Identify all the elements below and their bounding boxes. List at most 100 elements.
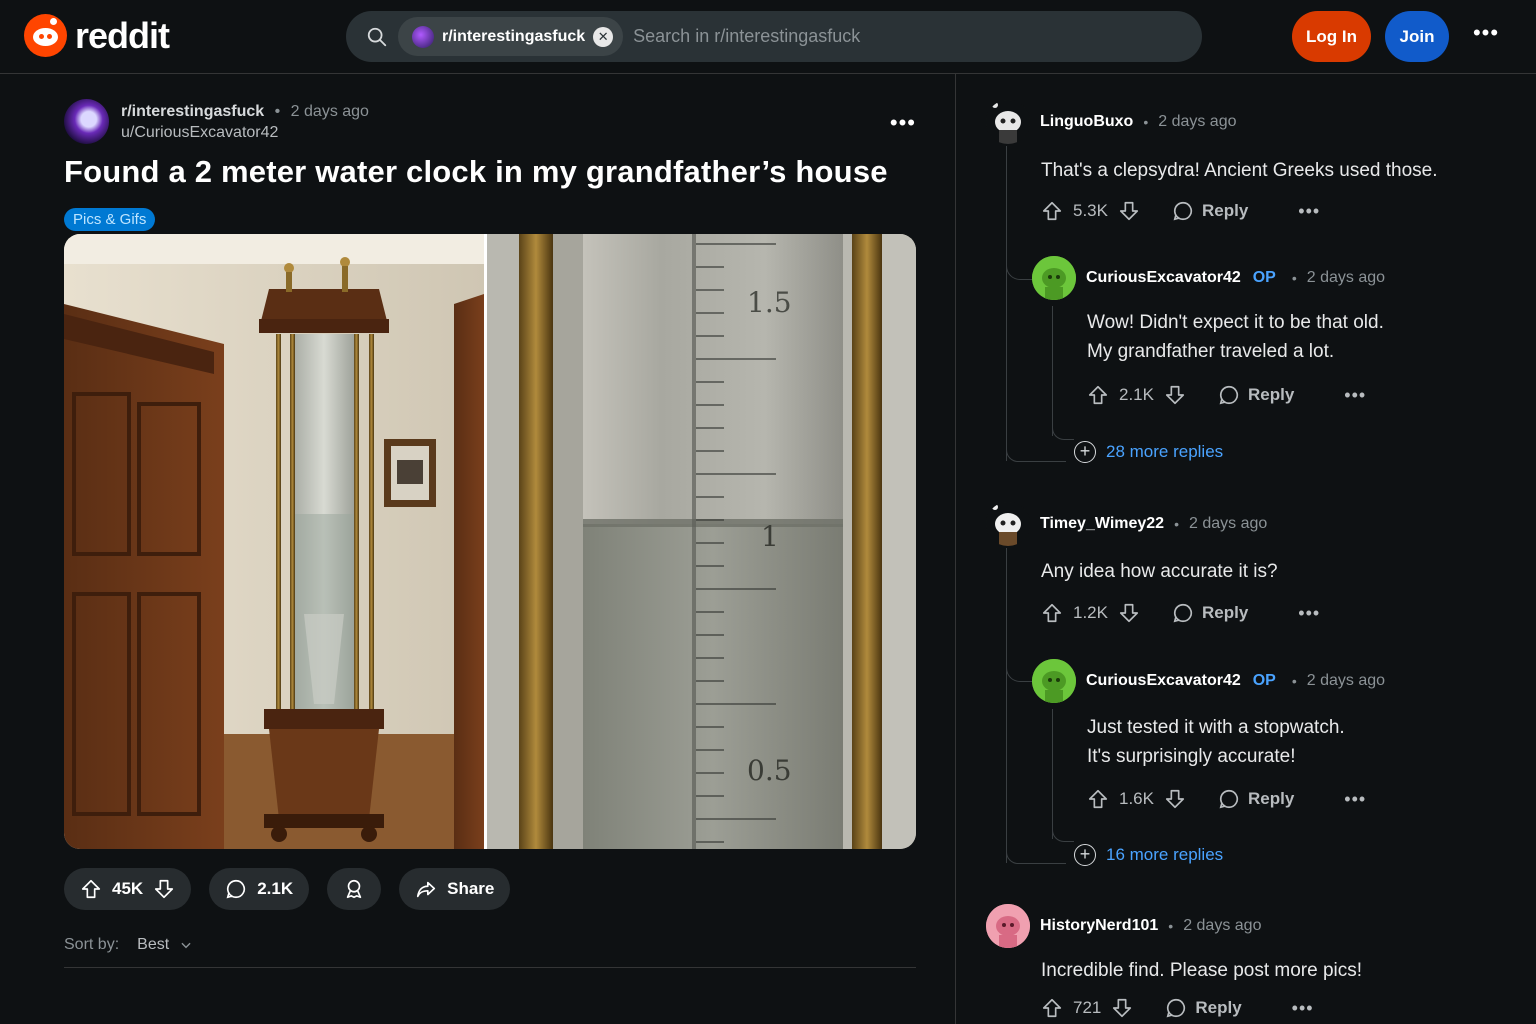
downvote-icon[interactable] <box>1111 997 1133 1019</box>
comment-more-icon[interactable]: ••• <box>1344 385 1366 406</box>
comment-body-line: My grandfather traveled a lot. <box>1087 341 1335 362</box>
thread-line[interactable] <box>1006 146 1007 461</box>
comment-more-icon[interactable]: ••• <box>1292 998 1314 1019</box>
post-image[interactable]: 1.5 1 0.5 <box>64 234 916 849</box>
award-button[interactable] <box>327 868 382 910</box>
chevron-down-icon[interactable] <box>179 938 193 952</box>
search-input[interactable]: Search in r/interestingasfuck <box>633 26 860 47</box>
comment-more-icon[interactable]: ••• <box>1344 789 1366 810</box>
op-badge: OP <box>1252 269 1276 286</box>
comment-time: 2 days ago <box>1306 269 1386 286</box>
post: r/interestingasfuck • 2 days ago u/Curio… <box>64 96 916 968</box>
post-actions: 45K 2.1K Share <box>64 868 511 910</box>
reply-connector <box>1006 230 1034 280</box>
vote-count: 45K <box>112 879 144 898</box>
user-avatar[interactable] <box>1032 256 1076 300</box>
more-replies-link[interactable]: + 16 more replies <box>1074 844 1223 866</box>
sort-value[interactable]: Best <box>137 936 169 954</box>
more-replies-link[interactable]: + 28 more replies <box>1074 441 1223 463</box>
separator-dot: • <box>1143 114 1149 130</box>
comment-actions: 1.6K Reply ••• <box>1087 788 1366 810</box>
divider <box>64 967 916 968</box>
comment: HistoryNerd101 • 2 days ago <box>986 904 1506 948</box>
comment-more-icon[interactable]: ••• <box>1298 603 1320 624</box>
separator-dot: • <box>1168 918 1174 934</box>
sort-control[interactable]: Sort by: Best <box>64 936 193 954</box>
vote-count: 5.3K <box>1073 201 1108 220</box>
reply-button[interactable]: Reply <box>1165 997 1242 1019</box>
downvote-icon[interactable] <box>1164 788 1186 810</box>
subreddit-search-chip[interactable]: r/interestingasfuck ✕ <box>398 17 624 56</box>
op-badge: OP <box>1252 672 1276 689</box>
post-author[interactable]: u/CuriousExcavator42 <box>121 124 369 142</box>
column-divider <box>955 74 956 1024</box>
share-icon <box>417 881 436 898</box>
upvote-icon[interactable] <box>1041 997 1063 1019</box>
join-button[interactable]: Join <box>1385 11 1449 62</box>
post-flair[interactable]: Pics & Gifs <box>64 208 156 231</box>
comment-icon <box>1173 603 1193 623</box>
post-title[interactable]: Found a 2 meter water clock in my grandf… <box>64 154 916 190</box>
comment-icon <box>1219 385 1239 405</box>
downvote-icon[interactable] <box>1164 384 1186 406</box>
upvote-icon[interactable] <box>1087 384 1109 406</box>
close-icon[interactable]: ✕ <box>593 26 614 47</box>
comment-more-icon[interactable]: ••• <box>1298 201 1320 222</box>
comment-actions: 2.1K Reply ••• <box>1087 384 1366 406</box>
comment-body-line: Wow! Didn't expect it to be that old. <box>1087 312 1384 333</box>
reply-button[interactable]: Reply <box>1218 384 1294 406</box>
more-options-icon[interactable]: ••• <box>1472 22 1500 50</box>
separator-dot: • <box>1291 270 1297 286</box>
login-button[interactable]: Log In <box>1292 11 1371 62</box>
reply-connector <box>1006 632 1034 682</box>
comment-body: Incredible find. Please post more pics! <box>1041 960 1363 981</box>
user-avatar[interactable] <box>986 502 1030 546</box>
reddit-logo[interactable]: reddit <box>24 14 170 57</box>
subreddit-avatar[interactable] <box>64 99 109 144</box>
user-avatar[interactable] <box>1032 659 1076 703</box>
comment-author[interactable]: Timey_Wimey22 <box>1040 515 1164 533</box>
thread-curve <box>1052 414 1074 440</box>
downvote-icon[interactable] <box>153 878 175 900</box>
upvote-icon[interactable] <box>1087 788 1109 810</box>
comment-icon <box>1166 998 1186 1018</box>
comments-button[interactable]: 2.1K <box>209 868 310 910</box>
user-avatar[interactable] <box>986 904 1030 948</box>
reply-button[interactable]: Reply <box>1172 200 1248 222</box>
subreddit-link[interactable]: r/interestingasfuck <box>121 103 264 120</box>
vote-count: 1.2K <box>1073 603 1108 622</box>
gauge-mark-mid: 1 <box>761 520 779 553</box>
vote-count: 1.6K <box>1119 789 1154 808</box>
thread-line[interactable] <box>1006 548 1007 863</box>
share-label: Share <box>447 879 495 898</box>
downvote-icon[interactable] <box>1118 200 1140 222</box>
reply-button[interactable]: Reply <box>1172 602 1248 624</box>
award-icon <box>346 879 362 899</box>
comment-body: Wow! Didn't expect it to be that old. My… <box>1087 308 1384 366</box>
comment-author[interactable]: CuriousExcavator42 <box>1086 672 1241 690</box>
gauge-mark-high: 1.5 <box>747 286 792 319</box>
post-more-icon[interactable]: ••• <box>890 110 916 136</box>
comment-author[interactable]: CuriousExcavator42 <box>1086 269 1241 287</box>
separator-dot: • <box>1174 516 1179 532</box>
reply-button[interactable]: Reply <box>1218 788 1294 810</box>
vote-pill: 45K <box>64 868 192 910</box>
search-bar[interactable]: r/interestingasfuck ✕ Search in r/intere… <box>346 11 1202 62</box>
downvote-icon[interactable] <box>1118 602 1140 624</box>
comment-reply: CuriousExcavator42 OP • 2 days ago <box>1032 256 1502 300</box>
comment-icon <box>1173 201 1193 221</box>
search-icon <box>367 27 387 46</box>
comment-time: 2 days ago <box>1158 113 1237 130</box>
comment-actions: 5.3K Reply ••• <box>1041 200 1320 222</box>
comment-actions: 1.2K Reply ••• <box>1041 602 1320 624</box>
share-button[interactable]: Share <box>399 868 511 910</box>
user-avatar[interactable] <box>986 100 1030 144</box>
comment-author[interactable]: LinguoBuxo <box>1040 113 1133 131</box>
upvote-icon[interactable] <box>80 878 102 900</box>
upvote-icon[interactable] <box>1041 602 1063 624</box>
vote-count: 2.1K <box>1119 385 1154 404</box>
separator-dot: • <box>274 103 281 120</box>
upvote-icon[interactable] <box>1041 200 1063 222</box>
plus-circle-icon: + <box>1074 441 1096 463</box>
comment-author[interactable]: HistoryNerd101 <box>1040 917 1158 935</box>
